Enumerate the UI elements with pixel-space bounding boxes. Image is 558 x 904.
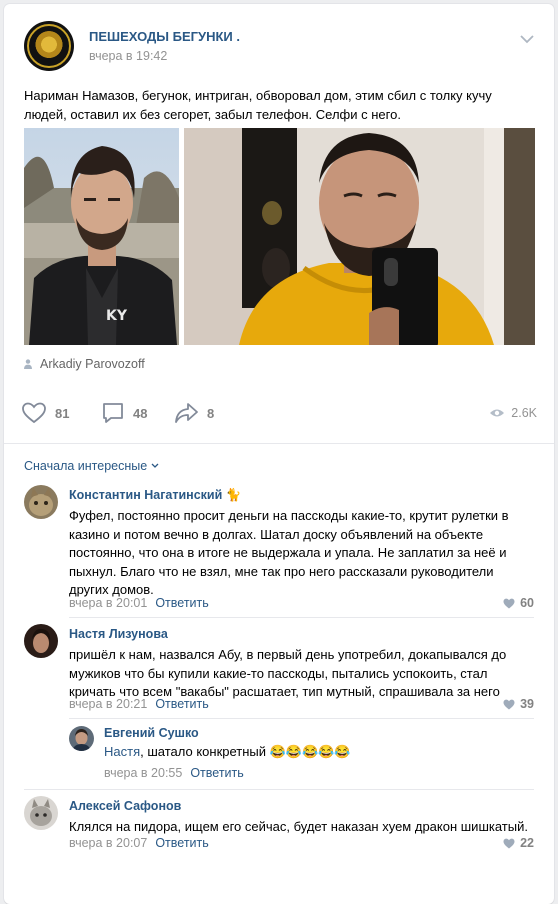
comment-text: Фуфел, постоянно просит деньги на пасско…: [69, 508, 509, 597]
comment-item: Константин Нагатинский 🐈 Фуфел, постоянн…: [24, 485, 534, 615]
reply-time[interactable]: вчера в 20:55: [104, 766, 182, 780]
comment-like-button[interactable]: 39: [503, 697, 534, 711]
comment-divider: [69, 617, 534, 618]
heart-icon: [22, 402, 46, 424]
reply-button[interactable]: Ответить: [190, 766, 243, 780]
reply-button[interactable]: Ответить: [155, 596, 208, 610]
reply-addressee-link[interactable]: Настя: [104, 744, 140, 759]
post-card: ПЕШЕХОДЫ БЕГУНКИ . вчера в 19:42 Нариман…: [4, 4, 554, 904]
selfie-photo-mirror: [184, 128, 535, 345]
reply-text: Настя, шатало конкретный 😂😂😂😂😂: [104, 744, 351, 760]
heart-icon: [503, 838, 515, 848]
comment-like-button[interactable]: 60: [503, 596, 534, 610]
reply-button[interactable]: Ответить: [155, 697, 208, 711]
comment-divider: [69, 718, 534, 719]
commenter-name-text: Константин Нагатинский: [69, 488, 223, 502]
comment-meta: вчера в 20:07 Ответить: [69, 836, 209, 850]
post-actions: 81 48 8 2.6K: [22, 402, 537, 432]
comment-count: 48: [133, 405, 148, 421]
comment-time[interactable]: вчера в 20:21: [69, 697, 147, 711]
comment-meta: вчера в 20:01 Ответить: [69, 596, 209, 610]
cat-emoji: 🐈: [225, 488, 242, 502]
svg-text:KY: KY: [106, 308, 128, 324]
person-icon: [24, 359, 32, 369]
commenter-name[interactable]: Константин Нагатинский 🐈: [69, 488, 241, 503]
comment-item: Настя Лизунова пришёл к нам, назвался Аб…: [24, 624, 534, 719]
like-button[interactable]: 81: [22, 402, 69, 424]
comment-like-count: 39: [520, 697, 534, 711]
comment-item: Алексей Сафонов Клялся на пидора, ищем е…: [24, 796, 534, 856]
reply-meta: вчера в 20:55 Ответить: [104, 766, 244, 780]
selfie-photo-outdoor: KY: [24, 128, 179, 345]
comment-like-count: 22: [520, 836, 534, 850]
post-time[interactable]: вчера в 19:42: [89, 49, 167, 63]
comment-like-button[interactable]: 22: [503, 836, 534, 850]
group-name-link[interactable]: ПЕШЕХОДЫ БЕГУНКИ .: [89, 29, 240, 44]
author-name: Arkadiy Parovozoff: [40, 357, 145, 371]
commenter-avatar[interactable]: [24, 796, 58, 830]
comment-like-count: 60: [520, 596, 534, 610]
comment-time[interactable]: вчера в 20:01: [69, 596, 147, 610]
chevron-down-icon[interactable]: [520, 34, 534, 44]
post-photo-1[interactable]: KY: [24, 128, 179, 345]
reply-item: Евгений Сушко Настя, шатало конкретный 😂…: [69, 726, 534, 786]
group-logo: [27, 24, 71, 68]
woman-avatar-image: [24, 624, 58, 658]
commenter-name[interactable]: Настя Лизунова: [69, 627, 168, 641]
post-text: Нариман Намазов, бегунок, интриган, обво…: [24, 88, 492, 122]
share-icon: [175, 403, 198, 423]
share-button[interactable]: 8: [174, 402, 214, 424]
heart-icon: [503, 699, 515, 709]
comment-button[interactable]: 48: [102, 402, 147, 424]
views-count: 2.6K: [511, 406, 537, 420]
reply-avatar[interactable]: [69, 726, 94, 751]
post-photo-2[interactable]: [184, 128, 535, 345]
lion-logo-icon: [34, 31, 64, 61]
group-avatar[interactable]: [24, 21, 74, 71]
comment-icon: [103, 403, 123, 423]
eye-icon: [490, 409, 505, 417]
reply-button[interactable]: Ответить: [155, 836, 208, 850]
photo-author[interactable]: Arkadiy Parovozoff: [24, 357, 145, 371]
cat-avatar-image: [24, 485, 58, 519]
comment-divider: [24, 789, 534, 790]
chevron-down-icon: [151, 463, 159, 468]
cat-avatar-image: [24, 796, 58, 830]
replier-name[interactable]: Евгений Сушко: [104, 726, 199, 740]
comment-meta: вчера в 20:21 Ответить: [69, 697, 209, 711]
comment-time[interactable]: вчера в 20:07: [69, 836, 147, 850]
man-avatar-image: [69, 726, 94, 751]
divider: [4, 443, 554, 444]
commenter-name[interactable]: Алексей Сафонов: [69, 799, 181, 813]
reply-message: , шатало конкретный 😂😂😂😂😂: [140, 744, 351, 759]
sort-label: Сначала интересные: [24, 459, 148, 473]
views-counter: 2.6K: [489, 406, 537, 420]
heart-icon: [503, 598, 515, 608]
share-count: 8: [207, 405, 215, 421]
comment-text: Клялся на пидора, ищем его сейчас, будет…: [69, 819, 528, 834]
comments-sort-dropdown[interactable]: Сначала интересные: [24, 459, 159, 473]
like-count: 81: [55, 405, 70, 421]
commenter-avatar[interactable]: [24, 485, 58, 519]
commenter-avatar[interactable]: [24, 624, 58, 658]
post-header: ПЕШЕХОДЫ БЕГУНКИ . вчера в 19:42: [4, 4, 554, 82]
comment-text: пришёл к нам, назвался Абу, в первый ден…: [69, 647, 507, 699]
